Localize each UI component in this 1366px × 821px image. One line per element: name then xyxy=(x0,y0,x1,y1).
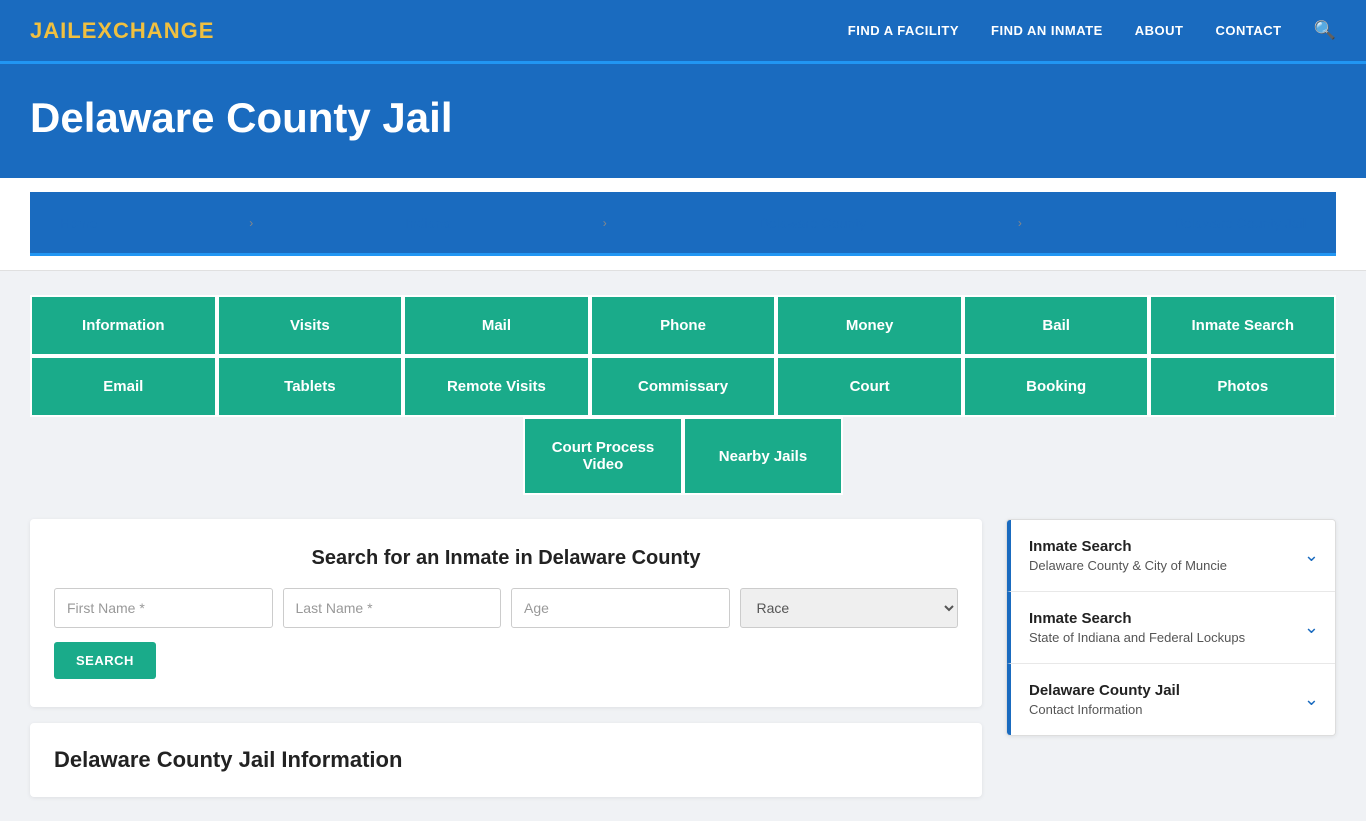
breadcrumb-bar: Home › Indiana › Delaware County › Delaw… xyxy=(0,178,1366,271)
nav-link-contact[interactable]: CONTACT xyxy=(1215,23,1281,38)
btn-information[interactable]: Information xyxy=(30,295,217,356)
btn-email[interactable]: Email xyxy=(30,356,217,417)
btn-commissary[interactable]: Commissary xyxy=(590,356,777,417)
nav-link-find-facility[interactable]: FIND A FACILITY xyxy=(848,23,959,38)
hero-section: Delaware County Jail xyxy=(0,64,1366,178)
nav-item-contact[interactable]: CONTACT xyxy=(1215,22,1281,40)
btn-tablets[interactable]: Tablets xyxy=(217,356,404,417)
last-name-input[interactable] xyxy=(283,588,502,628)
button-row-1: Information Visits Mail Phone Money Bail… xyxy=(30,295,1336,356)
btn-inmate-search[interactable]: Inmate Search xyxy=(1149,295,1336,356)
breadcrumb-current: Delaware County Jail xyxy=(1174,215,1306,231)
sidebar-item-subtitle-3: Contact Information xyxy=(1029,702,1180,717)
sidebar-item-title-3: Delaware County Jail xyxy=(1029,682,1180,699)
race-select[interactable]: Race White Black Hispanic Asian Other xyxy=(740,588,959,628)
sidebar-item-subtitle-1: Delaware County & City of Muncie xyxy=(1029,558,1227,573)
sidebar-item-inmate-search-county[interactable]: Inmate Search Delaware County & City of … xyxy=(1007,520,1335,592)
btn-nearby-jails[interactable]: Nearby Jails xyxy=(683,417,843,495)
sidebar-item-title-2: Inmate Search xyxy=(1029,610,1245,627)
info-box: Delaware County Jail Information xyxy=(30,723,982,797)
sidebar-item-inmate-search-state[interactable]: Inmate Search State of Indiana and Feder… xyxy=(1007,592,1335,664)
logo-exchange: EXCHANGE xyxy=(82,18,215,43)
nav-links: FIND A FACILITY FIND AN INMATE ABOUT CON… xyxy=(848,20,1336,41)
main-content: Information Visits Mail Phone Money Bail… xyxy=(0,271,1366,821)
page-title: Delaware County Jail xyxy=(30,94,1336,142)
btn-court-process-video[interactable]: Court Process Video xyxy=(523,417,683,495)
breadcrumb-home[interactable]: Home xyxy=(60,215,97,231)
breadcrumb-chevron-2: › xyxy=(603,216,607,230)
btn-phone[interactable]: Phone xyxy=(590,295,777,356)
btn-booking[interactable]: Booking xyxy=(963,356,1150,417)
search-button[interactable]: SEARCH xyxy=(54,642,156,679)
navbar: JAILEXCHANGE FIND A FACILITY FIND AN INM… xyxy=(0,0,1366,64)
content-area: Search for an Inmate in Delaware County … xyxy=(30,519,1336,797)
content-left: Search for an Inmate in Delaware County … xyxy=(30,519,982,797)
sidebar-item-text-1: Inmate Search Delaware County & City of … xyxy=(1029,538,1227,573)
button-row-3: Court Process Video Nearby Jails xyxy=(30,417,1336,495)
breadcrumb: Home › Indiana › Delaware County › Delaw… xyxy=(30,192,1336,256)
nav-item-find-facility[interactable]: FIND A FACILITY xyxy=(848,22,959,40)
btn-bail[interactable]: Bail xyxy=(963,295,1150,356)
category-button-grid: Information Visits Mail Phone Money Bail… xyxy=(30,295,1336,495)
sidebar: Inmate Search Delaware County & City of … xyxy=(1006,519,1336,736)
sidebar-item-contact-info[interactable]: Delaware County Jail Contact Information… xyxy=(1007,664,1335,735)
inmate-search-box: Search for an Inmate in Delaware County … xyxy=(30,519,982,707)
sidebar-item-title-1: Inmate Search xyxy=(1029,538,1227,555)
sidebar-item-subtitle-2: State of Indiana and Federal Lockups xyxy=(1029,630,1245,645)
btn-visits[interactable]: Visits xyxy=(217,295,404,356)
chevron-down-icon-2: ⌄ xyxy=(1304,617,1319,638)
btn-money[interactable]: Money xyxy=(776,295,963,356)
nav-item-about[interactable]: ABOUT xyxy=(1135,22,1184,40)
btn-court[interactable]: Court xyxy=(776,356,963,417)
nav-search-icon[interactable]: 🔍 xyxy=(1314,20,1336,41)
nav-link-find-inmate[interactable]: FIND AN INMATE xyxy=(991,23,1103,38)
sidebar-item-text-3: Delaware County Jail Contact Information xyxy=(1029,682,1180,717)
breadcrumb-indiana[interactable]: Indiana xyxy=(405,215,451,231)
button-row-2: Email Tablets Remote Visits Commissary C… xyxy=(30,356,1336,417)
btn-remote-visits[interactable]: Remote Visits xyxy=(403,356,590,417)
breadcrumb-delaware-county[interactable]: Delaware County xyxy=(759,215,866,231)
site-logo[interactable]: JAILEXCHANGE xyxy=(30,18,214,44)
chevron-down-icon-3: ⌄ xyxy=(1304,689,1319,710)
chevron-down-icon-1: ⌄ xyxy=(1304,545,1319,566)
sidebar-item-text-2: Inmate Search State of Indiana and Feder… xyxy=(1029,610,1245,645)
info-title: Delaware County Jail Information xyxy=(54,747,958,773)
breadcrumb-chevron-1: › xyxy=(249,216,253,230)
breadcrumb-chevron-3: › xyxy=(1018,216,1022,230)
age-input[interactable] xyxy=(511,588,730,628)
logo-part1: JAIL xyxy=(30,18,82,43)
search-title: Search for an Inmate in Delaware County xyxy=(54,547,958,570)
btn-photos[interactable]: Photos xyxy=(1149,356,1336,417)
btn-mail[interactable]: Mail xyxy=(403,295,590,356)
nav-link-about[interactable]: ABOUT xyxy=(1135,23,1184,38)
search-fields: Race White Black Hispanic Asian Other xyxy=(54,588,958,628)
first-name-input[interactable] xyxy=(54,588,273,628)
nav-item-find-inmate[interactable]: FIND AN INMATE xyxy=(991,22,1103,40)
